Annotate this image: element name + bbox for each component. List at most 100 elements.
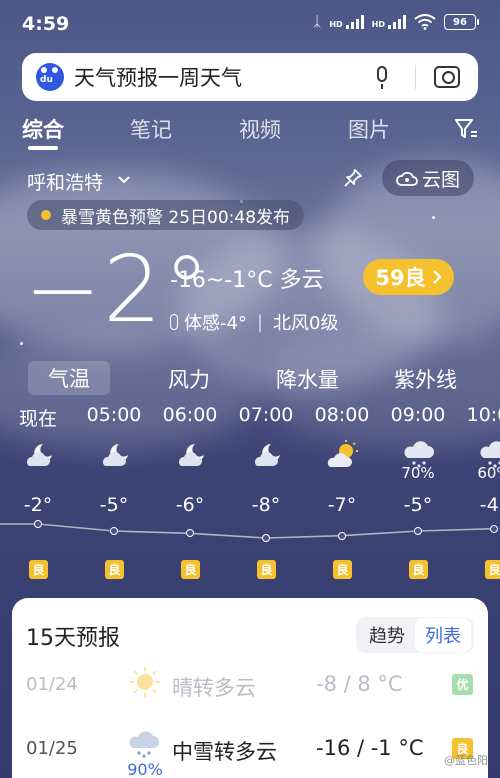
cloud-map-icon [396,171,418,186]
camera-icon[interactable] [434,66,460,88]
hourly-item: 09:00 70% -5° 良 [380,400,456,590]
divider [415,65,416,89]
cloud-map-button[interactable]: 云图 [382,160,474,196]
forecast-date: 01/24 [26,674,78,695]
tab-uv[interactable]: 紫外线 [394,364,457,394]
search-bar[interactable]: du 天气预报一周天气 [22,53,478,101]
location-row: 呼和浩特 云图 [0,160,500,200]
forecast-range: -16 / -1 °C [316,736,424,760]
wifi-icon [414,14,436,30]
tab-wind[interactable]: 风力 [168,364,210,394]
network-label: HD [329,20,343,29]
aqi-label: 59良 [375,266,426,290]
feels-like-row: 体感-4° | 北风0级 [170,309,338,335]
nav-tabs: 综合 笔记 视频 图片 [0,110,500,150]
air-quality-badge: 良 [29,560,48,579]
air-quality-badge: 良 [105,560,124,579]
warning-dot-icon [41,210,51,220]
hourly-time: 05:00 [86,404,142,426]
status-bar: 4:59 ᛣ HD HD 96 [0,0,500,46]
search-input[interactable]: 天气预报一周天气 [74,62,371,92]
tab-notes[interactable]: 笔记 [130,114,172,144]
tab-comprehensive[interactable]: 综合 [22,114,64,144]
hourly-temp: -6° [175,494,205,516]
pin-icon[interactable] [343,168,363,188]
aqi-badge[interactable]: 59良 [363,259,454,295]
battery-icon: 96 [444,14,479,30]
metric-tabs: 气温 风力 降水量 紫外线 [0,360,500,396]
hourly-time: 现在 [18,408,57,430]
hourly-temp: -4° [479,494,500,516]
forecast-card: 15天预报 趋势 列表 01/24 晴转多云 -8 / 8 °C 优 01/25 90% 中… [12,598,488,778]
hourly-precip: 60% [477,464,500,482]
hourly-time: 09:00 [390,404,446,426]
hourly-temp: -8° [251,494,281,516]
city-selector[interactable]: 呼和浩特 [27,168,103,195]
air-quality-badge: 良 [409,560,428,579]
hourly-temp: -5° [403,494,433,516]
hourly-temp: -5° [99,494,129,516]
air-quality-badge: 良 [257,560,276,579]
forecast-title: 15天预报 [26,626,120,651]
microphone-icon[interactable] [371,64,393,90]
baidu-logo-icon: du [36,63,64,91]
hourly-time: 10:00 [466,404,500,426]
signal-2-icon: HD [372,15,406,29]
active-tab-indicator [28,146,58,150]
tab-images[interactable]: 图片 [348,114,390,144]
divider: | [256,311,264,333]
bluetooth-icon: ᛣ [312,14,322,30]
forecast-precip: 90% [127,760,163,778]
network-label: HD [371,20,385,29]
hourly-temp: -7° [327,494,357,516]
weather-warning[interactable]: 暴雪黄色预警 25日00:48发布 [27,200,305,230]
forecast-row[interactable]: 01/25 90% 中雪转多云 -16 / -1 °C 良 [12,726,488,778]
air-quality-badge: 良 [333,560,352,579]
filter-icon[interactable] [454,118,478,140]
hourly-item: 10:00 60% -4° 良 [456,400,500,590]
toggle-trend[interactable]: 趋势 [359,618,415,652]
moon-cloud-icon [23,440,55,470]
hourly-item: 06:00 -6° 良 [152,400,228,590]
warning-text: 暴雪黄色预警 25日00:48发布 [61,207,291,228]
temperature-point [110,527,118,535]
sun-cloud-icon [327,440,359,470]
snow-cloud-icon [128,730,162,762]
temperature-point [338,531,346,540]
forecast-range: -8 / 8 °C [316,672,403,696]
temperature-point [186,529,194,538]
thermometer-icon [170,314,178,330]
tab-videos[interactable]: 视频 [239,114,281,144]
tab-precipitation[interactable]: 降水量 [276,364,339,394]
watermark: @蓝色阳 [444,754,488,767]
wind-info: 北风0级 [273,313,339,334]
status-icons: ᛣ HD HD 96 [312,14,479,30]
chevron-down-icon[interactable] [116,172,132,188]
hourly-time: 07:00 [238,404,294,426]
hourly-time: 08:00 [314,404,370,426]
toggle-list[interactable]: 列表 [415,618,471,652]
chevron-right-icon [432,270,442,284]
hourly-item: 08:00 -7° 良 [304,400,380,590]
forecast-condition: 晴转多云 [172,676,256,700]
forecast-row[interactable]: 01/24 晴转多云 -8 / 8 °C 优 [12,662,488,712]
temperature-range: -16~-1°C 多云 [170,268,324,293]
air-quality-badge: 良 [485,560,500,579]
sun-icon [128,666,162,698]
logo-label: du [40,75,53,85]
hourly-item: 07:00 -8° 良 [228,400,304,590]
moon-cloud-icon [175,440,207,470]
temperature-point [414,527,422,535]
hourly-precip: 70% [401,464,435,482]
battery-level: 96 [453,16,467,28]
temperature-point [262,534,270,542]
forecast-date: 01/25 [26,738,78,759]
feels-like: 体感-4° [184,313,247,334]
hourly-item: 05:00 -5° 良 [76,400,152,590]
moon-cloud-icon [99,440,131,470]
tab-temperature[interactable]: 气温 [28,361,110,395]
status-time: 4:59 [22,13,70,35]
hourly-forecast[interactable]: 现在 -2° 良 05:00 -5° 良 06:00 -6° 良 07:00 -8° 良 08:00 -7… [0,400,500,590]
hourly-item: 现在 -2° 良 [0,400,76,590]
cloud-map-label: 云图 [421,168,460,191]
